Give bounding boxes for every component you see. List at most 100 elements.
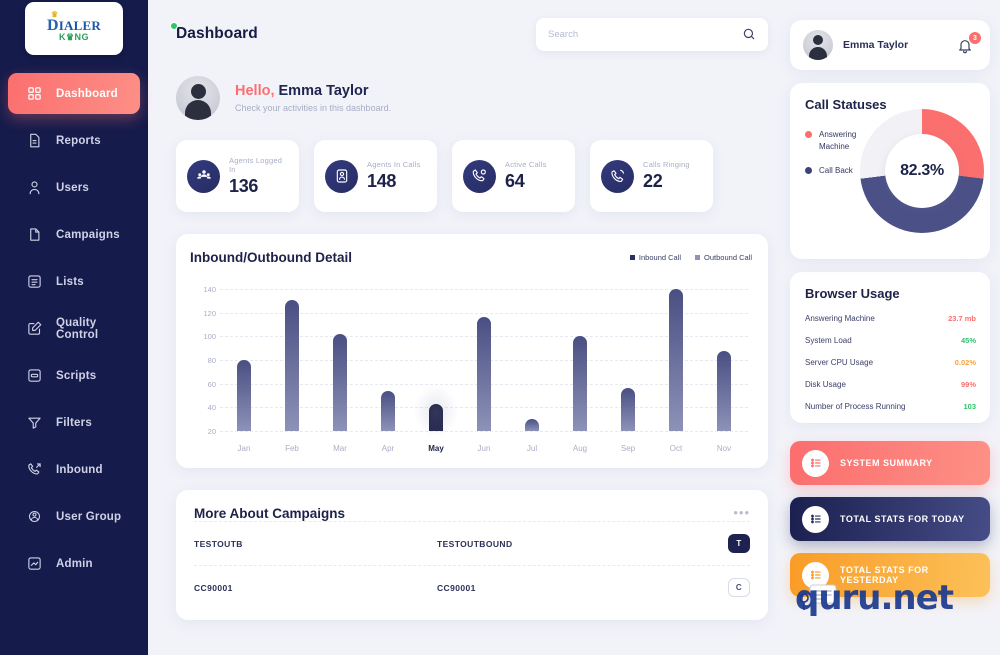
sidebar-item-label: Users: [56, 182, 89, 194]
browser-usage-label: Server CPU Usage: [805, 358, 873, 367]
sidebar-item-label: Reports: [56, 135, 101, 147]
chart-y-tick-label: 120: [190, 309, 216, 318]
edit-square-icon: [26, 320, 43, 337]
ringing-call-icon: [601, 160, 634, 193]
sidebar-item-reports[interactable]: Reports: [8, 120, 140, 161]
admin-icon: [26, 555, 43, 572]
call-statuses-donut: 82.3%: [860, 109, 984, 233]
chart-bar[interactable]: [237, 360, 251, 431]
donut-percent-value: 82.3%: [900, 162, 944, 180]
browser-usage-card: Browser Usage Answering Machine 23.7 mb …: [790, 272, 990, 423]
total-stats-yesterday-button[interactable]: TOTAL STATS FOR YESTERDAY: [790, 553, 990, 597]
sidebar-item-user-group[interactable]: User Group: [8, 496, 140, 537]
total-stats-today-button[interactable]: TOTAL STATS FOR TODAY: [790, 497, 990, 541]
sidebar-item-label: Lists: [56, 276, 84, 288]
chart-x-tick-label: Jun: [463, 444, 505, 453]
greeting-title: Hello, Emma Taylor: [235, 83, 391, 99]
logo-d-letter: D: [47, 17, 59, 34]
inbound-outbound-chart-card: Inbound/Outbound Detail Inbound Call Out…: [176, 234, 768, 468]
legend-item-outbound: Outbound Call: [695, 253, 752, 262]
sidebar-item-filters[interactable]: Filters: [8, 402, 140, 443]
campaign-tag[interactable]: C: [728, 578, 750, 597]
donut-center: 82.3%: [885, 134, 959, 208]
chart-bar-column[interactable]: [703, 283, 745, 431]
chart-bar[interactable]: [381, 391, 395, 431]
chart-bar-column[interactable]: [511, 283, 553, 431]
sidebar-item-lists[interactable]: Lists: [8, 261, 140, 302]
app-logo[interactable]: ♛DIALER K♛NG: [25, 2, 123, 55]
sidebar-nav: Dashboard Reports Users Campaigns: [0, 73, 148, 584]
stat-value: 22: [643, 171, 690, 192]
chart-x-tick-label: Sep: [607, 444, 649, 453]
chart-x-tick-label: Mar: [319, 444, 361, 453]
user-group-icon: [26, 508, 43, 525]
stat-card-active-calls[interactable]: Active Calls 64: [452, 140, 575, 212]
browser-usage-value: 99%: [961, 380, 976, 389]
table-row[interactable]: CC90001 CC90001 C: [194, 565, 750, 609]
sidebar-item-scripts[interactable]: Scripts: [8, 355, 140, 396]
chart-bar[interactable]: [477, 317, 491, 431]
table-row[interactable]: TESTOUTB TESTOUTBOUND T: [194, 521, 750, 565]
sidebar-item-inbound[interactable]: Inbound: [8, 449, 140, 490]
search-input[interactable]: [548, 29, 742, 40]
stat-cards: Agents Logged In 136 Agents In Calls 148: [176, 140, 768, 212]
chart-bar[interactable]: [573, 336, 587, 431]
stat-card-agents-in-calls[interactable]: Agents In Calls 148: [314, 140, 437, 212]
chart-bar-column[interactable]: [319, 283, 361, 431]
chart-bar[interactable]: [717, 351, 731, 432]
profile-name: Emma Taylor: [843, 39, 957, 51]
chart-x-labels: JanFebMarAprMayJunJulAugSepOctNov: [220, 444, 748, 453]
search-icon[interactable]: [742, 27, 756, 41]
chart-bar[interactable]: [525, 419, 539, 431]
sidebar-item-admin[interactable]: Admin: [8, 543, 140, 584]
campaign-tag[interactable]: T: [728, 534, 750, 553]
chart-bar-column[interactable]: [559, 283, 601, 431]
sidebar-item-quality-control[interactable]: Quality Control: [8, 308, 140, 349]
greeting-hello: Hello,: [235, 83, 274, 99]
system-summary-button[interactable]: SYSTEM SUMMARY: [790, 441, 990, 485]
browser-usage-label: Disk Usage: [805, 380, 846, 389]
summary-list-icon: [802, 450, 829, 477]
campaigns-card: More About Campaigns ••• TESTOUTB TESTOU…: [176, 490, 768, 620]
campaigns-menu-button[interactable]: •••: [733, 506, 750, 519]
stat-value: 64: [505, 171, 547, 192]
action-button-label: SYSTEM SUMMARY: [840, 458, 933, 468]
campaigns-title: More About Campaigns: [194, 506, 345, 521]
chart-y-tick-label: 40: [190, 403, 216, 412]
chart-bar[interactable]: [621, 388, 635, 431]
chart-bar-column[interactable]: [607, 283, 649, 431]
greeting-block: Hello, Emma Taylor Check your activities…: [176, 76, 768, 120]
browser-usage-value: 23.7 mb: [948, 314, 976, 323]
call-statuses-card: Call Statuses Answering Machine Call Bac…: [790, 83, 990, 259]
browser-usage-value: 0.02%: [955, 358, 976, 367]
profile-card[interactable]: Emma Taylor 3: [790, 20, 990, 70]
stat-card-agents-logged-in[interactable]: Agents Logged In 136: [176, 140, 299, 212]
stat-card-calls-ringing[interactable]: Calls Ringing 22: [590, 140, 713, 212]
sidebar: ♛DIALER K♛NG Dashboard Reports: [0, 0, 148, 655]
search-box[interactable]: [536, 18, 768, 51]
chart-bar[interactable]: [333, 334, 347, 431]
chart-bar-column[interactable]: [655, 283, 697, 431]
script-icon: [26, 367, 43, 384]
chart-bar-column[interactable]: [271, 283, 313, 431]
sidebar-item-dashboard[interactable]: Dashboard: [8, 73, 140, 114]
sidebar-item-users[interactable]: Users: [8, 167, 140, 208]
sidebar-item-label: Scripts: [56, 370, 96, 382]
legend-swatch: [805, 167, 812, 174]
chart-plot-area: 20406080100120140JanFebMarAprMayJunJulAu…: [190, 283, 752, 453]
chart-bar-column[interactable]: [223, 283, 265, 431]
stat-label: Agents In Calls: [367, 160, 420, 169]
main-content: Dashboard Hello, Emma Taylor Check your …: [148, 0, 1000, 655]
chart-bar[interactable]: [285, 300, 299, 431]
notifications-button[interactable]: 3: [957, 35, 977, 55]
chart-bar-column[interactable]: [367, 283, 409, 431]
action-button-label: TOTAL STATS FOR YESTERDAY: [840, 565, 978, 585]
chart-bar[interactable]: [429, 404, 443, 431]
chart-bar-column[interactable]: [415, 283, 457, 431]
center-column: Dashboard Hello, Emma Taylor Check your …: [176, 14, 768, 655]
sidebar-item-campaigns[interactable]: Campaigns: [8, 214, 140, 255]
chart-bar-column[interactable]: [463, 283, 505, 431]
chart-bar[interactable]: [669, 289, 683, 431]
chart-x-tick-label: Feb: [271, 444, 313, 453]
stat-value: 148: [367, 171, 420, 192]
